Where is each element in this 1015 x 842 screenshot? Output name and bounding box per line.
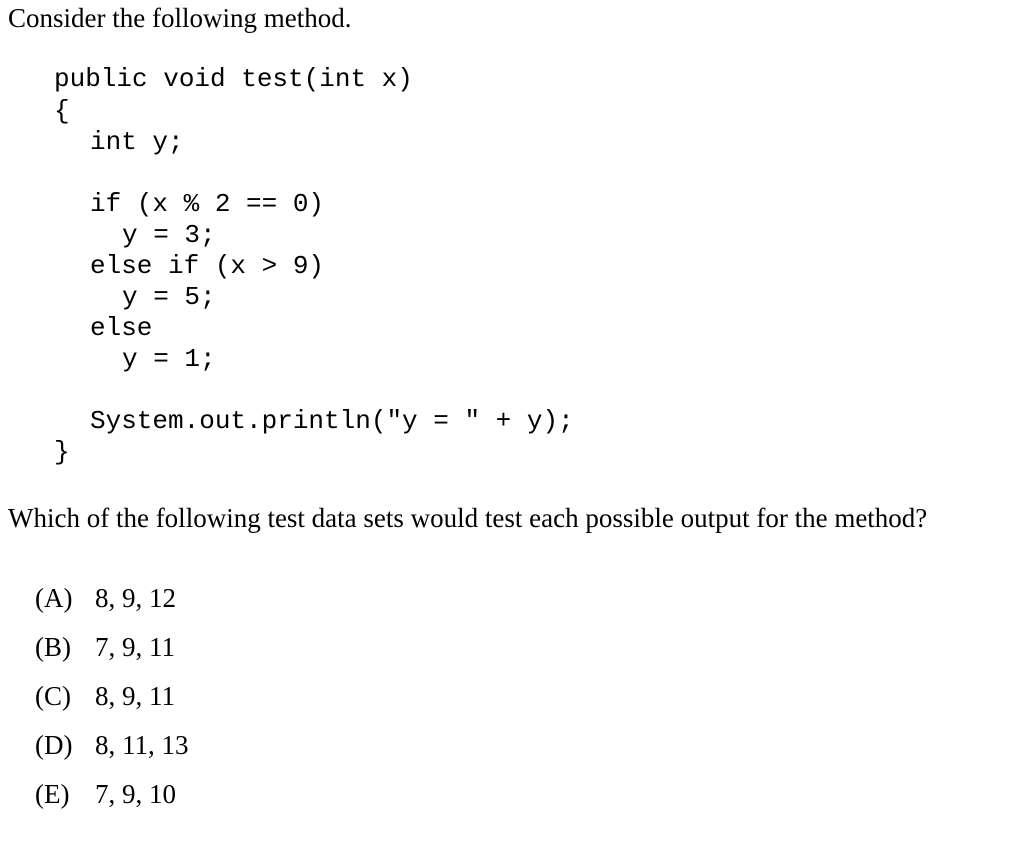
code-line-signature: public void test(int x) [54, 64, 413, 94]
code-line-assign-3: y = 3; [122, 220, 216, 250]
code-line-println: System.out.println("y = " + y); [90, 406, 574, 436]
code-line-close-brace: } [54, 437, 70, 467]
question-text: Which of the following test data sets wo… [8, 503, 928, 533]
choice-letter: (E) [35, 779, 70, 809]
choice-e[interactable]: (E) 7, 9, 10 [8, 746, 176, 842]
code-line-assign-5: y = 5; [122, 282, 216, 312]
code-line-if: if (x % 2 == 0) [90, 189, 325, 219]
intro-text: Consider the following method. [8, 3, 352, 33]
code-line-else-if: else if (x > 9) [90, 251, 325, 281]
code-line-declaration: int y; [90, 127, 184, 157]
code-line-assign-1: y = 1; [122, 344, 216, 374]
choice-text: 7, 9, 10 [95, 779, 176, 809]
code-line-else: else [90, 313, 153, 343]
code-line-open-brace: { [54, 96, 70, 126]
